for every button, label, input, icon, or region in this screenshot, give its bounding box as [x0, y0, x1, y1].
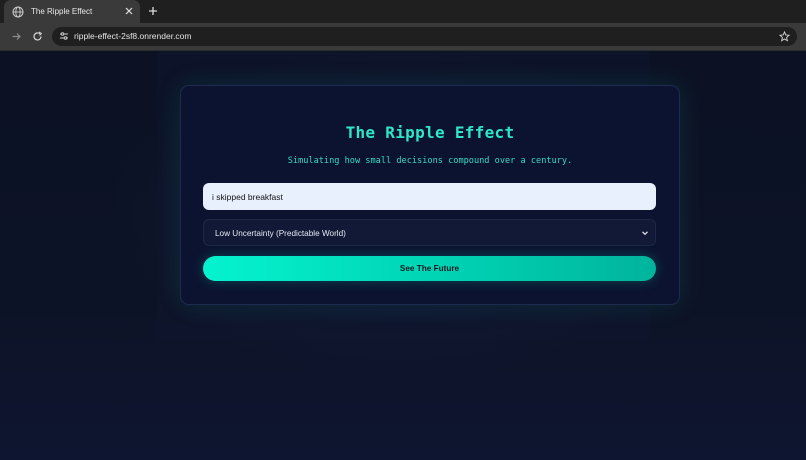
- uncertainty-select-value: Low Uncertainty (Predictable World): [215, 229, 346, 238]
- simulator-card: The Ripple Effect Simulating how small d…: [180, 85, 680, 305]
- page-title: The Ripple Effect: [345, 123, 515, 142]
- page-viewport: The Ripple Effect Simulating how small d…: [0, 51, 806, 460]
- browser-tab-strip: The Ripple Effect: [0, 0, 806, 23]
- decision-input[interactable]: [203, 183, 656, 210]
- page-subtitle: Simulating how small decisions compound …: [287, 156, 573, 166]
- reload-icon[interactable]: [30, 29, 44, 43]
- star-icon[interactable]: [777, 29, 791, 43]
- plus-icon[interactable]: [146, 4, 160, 18]
- url-text: ripple-effect-2sf8.onrender.com: [74, 31, 192, 41]
- tune-icon[interactable]: [57, 29, 71, 43]
- globe-icon: [12, 6, 24, 18]
- browser-toolbar: ripple-effect-2sf8.onrender.com: [0, 23, 806, 51]
- browser-tab[interactable]: The Ripple Effect: [4, 0, 140, 23]
- see-the-future-button[interactable]: See The Future: [203, 256, 656, 281]
- close-icon[interactable]: [122, 4, 136, 18]
- address-bar[interactable]: ripple-effect-2sf8.onrender.com: [52, 27, 797, 46]
- uncertainty-select[interactable]: Low Uncertainty (Predictable World): [203, 219, 656, 246]
- tab-title: The Ripple Effect: [31, 7, 93, 16]
- chevron-down-icon: [639, 227, 651, 239]
- arrow-right-icon[interactable]: [9, 29, 23, 43]
